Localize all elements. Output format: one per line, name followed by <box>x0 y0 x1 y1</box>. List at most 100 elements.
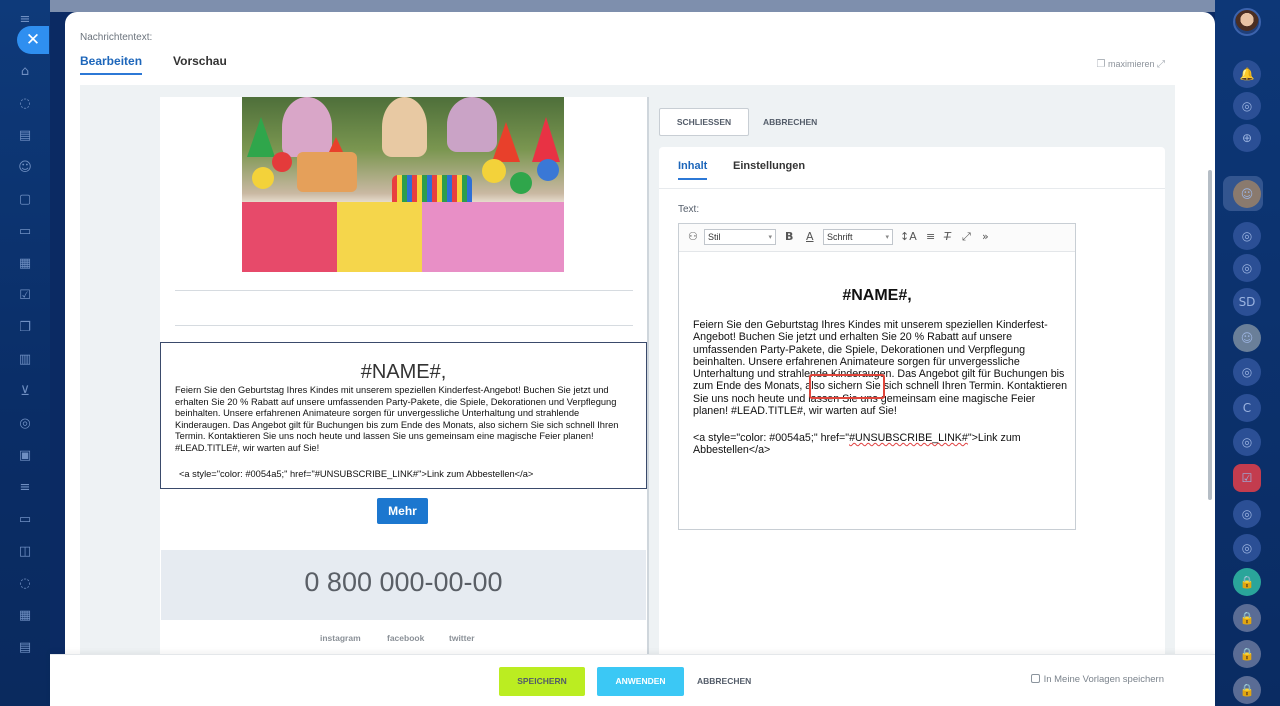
tab-settings[interactable]: Einstellungen <box>733 160 805 172</box>
lock-icon[interactable]: 🔒 <box>1233 640 1261 668</box>
checkbox-icon <box>1030 674 1040 683</box>
maximize-label: maximieren <box>1107 59 1155 69</box>
align-icon[interactable]: ≡ <box>926 230 935 243</box>
car-icon[interactable]: ◫ <box>17 544 33 560</box>
checklist-icon[interactable]: ☑ <box>17 288 33 304</box>
tasks-icon[interactable]: ▤ <box>17 128 33 144</box>
preview-name-heading: #NAME#, <box>360 361 447 383</box>
party-photo[interactable] <box>242 97 564 272</box>
more-button[interactable]: Mehr <box>377 498 428 524</box>
divider <box>175 290 633 291</box>
feed-icon[interactable]: ◌ <box>17 96 33 112</box>
chevron-down-icon: ▾ <box>885 233 889 241</box>
text-color-icon[interactable]: A <box>806 230 814 243</box>
search-chat-icon[interactable]: ⊕ <box>1233 124 1261 152</box>
font-select[interactable]: Schrift ▾ <box>823 229 893 245</box>
pulse-icon[interactable]: ◎ <box>1233 92 1261 120</box>
tab-preview[interactable]: Vorschau <box>173 54 227 68</box>
filter-icon[interactable]: ≡ <box>17 480 33 496</box>
phone-number: 0 800 000-00-00 <box>304 567 503 597</box>
cancel-button[interactable]: ABBRECHEN <box>697 667 751 696</box>
body-text-part: Feiern Sie den Geburtstag Ihres Kindes m… <box>693 319 1068 418</box>
instagram-link[interactable]: instagram <box>320 633 361 643</box>
bold-icon[interactable]: B <box>785 230 793 243</box>
clear-format-icon[interactable]: T̶ <box>944 230 951 243</box>
drive-icon[interactable]: ▭ <box>17 224 33 240</box>
channel-icon[interactable]: ◎ <box>1233 358 1261 386</box>
message-text-label: Nachrichtentext: <box>80 32 153 43</box>
lock-icon[interactable]: 🔒 <box>1233 568 1261 596</box>
lead-title-token: #LEAD.TITLE#, <box>731 405 806 418</box>
maximize-button[interactable]: ❐ maximieren ⤢ <box>1096 59 1165 70</box>
apply-button[interactable]: ANWENDEN <box>597 667 684 696</box>
calendar-icon[interactable]: ▦ <box>17 256 33 272</box>
docs-icon[interactable]: ▢ <box>17 192 33 208</box>
save-template-label: In Meine Vorlagen speichern <box>1043 674 1164 685</box>
save-button[interactable]: SPEICHERN <box>499 667 585 696</box>
email-editor-panel: Nachrichtentext: Bearbeiten Vorschau ❐ m… <box>65 12 1215 706</box>
channel-icon[interactable]: ◎ <box>1233 500 1261 528</box>
save-template-checkbox[interactable]: In Meine Vorlagen speichern <box>1030 674 1164 685</box>
link-code-part: <a style="color: #0054a5;" href=" <box>693 432 850 444</box>
contact-avatar-letter[interactable]: C <box>1233 394 1261 422</box>
tab-edit[interactable]: Bearbeiten <box>80 54 143 75</box>
contact-avatar[interactable]: ☺ <box>1233 180 1261 208</box>
more-tools-icon[interactable]: » <box>982 230 989 243</box>
top-strip <box>50 0 1215 12</box>
style-select[interactable]: Stil ▾ <box>704 229 776 245</box>
more-icon[interactable]: ▤ <box>17 640 33 656</box>
mail-icon[interactable]: ▭ <box>17 512 33 528</box>
channel-icon[interactable]: ◎ <box>1233 254 1261 282</box>
channel-icon[interactable]: ◎ <box>1233 428 1261 456</box>
scrollbar[interactable] <box>1208 170 1212 500</box>
twitter-link[interactable]: twitter <box>449 633 475 643</box>
channel-icon[interactable]: ◎ <box>1233 222 1261 250</box>
font-select-value: Schrift <box>827 232 853 242</box>
chat-icon[interactable]: ❐ <box>17 320 33 336</box>
tab-content[interactable]: Inhalt <box>678 160 708 180</box>
contact-avatar-initials[interactable]: SD <box>1233 288 1261 316</box>
contacts-icon[interactable]: ☺ <box>17 160 33 176</box>
rich-text-editor[interactable]: ⚇ Stil ▾ B A Schrift ▾ ↕A ≡ T̶ ⤢ » #NAME… <box>678 223 1076 530</box>
apps-icon[interactable]: ▦ <box>17 608 33 624</box>
fullscreen-icon[interactable]: ⤢ <box>962 230 971 244</box>
preview-unsubscribe-code: <a style="color: #0054a5;" href="#UNSUBS… <box>179 469 534 479</box>
tasks-badge-icon[interactable]: ☑ <box>1233 464 1261 492</box>
bottom-action-bar: SPEICHERN ANWENDEN ABBRECHEN In Meine Vo… <box>50 654 1215 706</box>
window-icon: ❐ <box>1096 59 1106 70</box>
database-icon[interactable]: ▣ <box>17 448 33 464</box>
cancel-editor-button[interactable]: ABBRECHEN <box>763 108 817 136</box>
lock-icon[interactable]: 🔒 <box>1233 604 1261 632</box>
text-label: Text: <box>678 204 700 215</box>
contact-avatar[interactable]: ☺ <box>1233 324 1261 352</box>
divider <box>175 325 633 326</box>
body-text-part: wir warten auf Sie! <box>805 405 897 418</box>
editor-toolbar: ⚇ Stil ▾ B A Schrift ▾ ↕A ≡ T̶ ⤢ » <box>679 224 1075 252</box>
close-editor-button[interactable]: SCHLIESSEN <box>659 108 749 136</box>
reports-icon[interactable]: ▥ <box>17 352 33 368</box>
editor-card: Inhalt Einstellungen Text: ⚇ Stil ▾ B A <box>659 147 1165 706</box>
cart-icon[interactable]: ⊻ <box>17 384 33 400</box>
facebook-link[interactable]: facebook <box>387 633 424 643</box>
crm-icon[interactable]: ◎ <box>17 416 33 432</box>
editor-body-text: Feiern Sie den Geburtstag Ihres Kindes m… <box>693 319 1068 417</box>
font-size-icon[interactable]: ↕A <box>900 230 917 243</box>
chevron-down-icon: ▾ <box>768 233 772 241</box>
phone-band[interactable]: 0 800 000-00-00 <box>161 550 646 620</box>
close-slider-button[interactable]: ✕ <box>17 26 49 54</box>
channel-icon[interactable]: ◎ <box>1233 534 1261 562</box>
home-icon[interactable]: ⌂ <box>17 64 33 80</box>
user-avatar[interactable] <box>1233 8 1261 36</box>
email-preview-sheet: #NAME#, Feiern Sie den Geburtstag Ihres … <box>160 97 647 706</box>
email-preview-column: #NAME#, Feiern Sie den Geburtstag Ihres … <box>95 97 647 706</box>
insert-field-icon[interactable]: ⚇ <box>688 230 698 243</box>
editor-unsubscribe-code: <a style="color: #0054a5;" href="#UNSUBS… <box>693 432 1063 457</box>
divider <box>659 188 1165 189</box>
preview-text-block[interactable]: #NAME#, Feiern Sie den Geburtstag Ihres … <box>160 342 647 489</box>
settings-icon[interactable]: ◌ <box>17 576 33 592</box>
lock-icon[interactable]: 🔒 <box>1233 676 1261 704</box>
preview-body-text: Feiern Sie den Geburtstag Ihres Kindes m… <box>175 385 619 453</box>
left-sidebar: ≡ ✕ ⌂ ◌ ▤ ☺ ▢ ▭ ▦ ☑ ❐ ▥ ⊻ ◎ ▣ ≡ ▭ ◫ ◌ ▦ … <box>0 0 50 706</box>
block-editor-column: SCHLIESSEN ABBRECHEN Inhalt Einstellunge… <box>649 97 1175 706</box>
notifications-icon[interactable]: 🔔 <box>1233 60 1261 88</box>
